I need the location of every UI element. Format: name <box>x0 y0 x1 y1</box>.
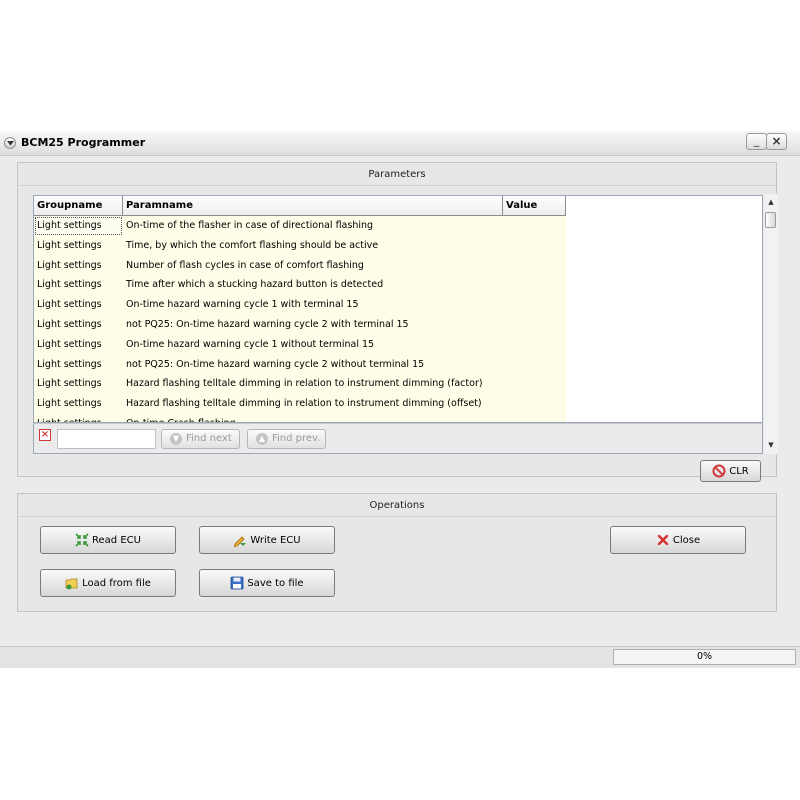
table-row[interactable]: Light settings Time after which a stucki… <box>34 275 566 296</box>
write-ecu-button[interactable]: Write ECU <box>199 526 335 554</box>
paramname-cell[interactable]: Hazard flashing telltale dimming in rela… <box>123 374 503 395</box>
panel-divider <box>18 516 776 517</box>
value-cell[interactable] <box>503 295 566 315</box>
floppy-disk-icon <box>231 576 244 590</box>
progress-text: 0% <box>696 651 713 662</box>
value-cell[interactable] <box>503 216 566 236</box>
scroll-thumb[interactable] <box>765 212 776 228</box>
paramname-cell[interactable]: Hazard flashing telltale dimming in rela… <box>123 394 503 414</box>
arrow-up-icon: ▲ <box>256 433 268 445</box>
groupname-cell[interactable]: Light settings <box>34 314 123 335</box>
table-row[interactable]: Light settings On-time Crash-flashing <box>34 413 566 422</box>
progress-bar: 0% <box>613 649 796 665</box>
groupname-cell[interactable]: Light settings <box>34 334 123 355</box>
groupname-cell[interactable]: Light settings <box>34 295 123 315</box>
table-row[interactable]: Light settings On-time hazard warning cy… <box>34 295 566 315</box>
groupname-cell[interactable]: Light settings <box>34 354 123 375</box>
title-bar[interactable]: BCM25 Programmer _ × <box>0 131 800 156</box>
value-cell[interactable] <box>503 255 566 276</box>
groupname-cell[interactable]: Light settings <box>34 255 123 276</box>
value-cell[interactable] <box>503 314 566 335</box>
groupname-cell[interactable]: Light settings <box>34 374 123 395</box>
groupname-cell[interactable]: Light settings <box>34 235 123 256</box>
search-bar: × ▼ Find next ▲ Find prev. <box>33 423 763 454</box>
value-cell[interactable] <box>503 394 566 414</box>
groupname-cell[interactable]: Light settings <box>34 394 123 414</box>
programmer-window: BCM25 Programmer _ × Parameters Groupnam… <box>0 131 800 668</box>
save-to-file-label: Save to file <box>247 577 304 589</box>
value-cell[interactable] <box>503 235 566 256</box>
read-ecu-label: Read ECU <box>92 534 141 546</box>
find-prev-label: Find prev. <box>272 433 321 444</box>
close-button[interactable]: Close <box>610 526 746 554</box>
grid-header: Groupname Paramname Value <box>34 196 566 216</box>
table-row[interactable]: Light settings Hazard flashing telltale … <box>34 394 566 414</box>
panel-divider <box>18 185 776 186</box>
paramname-cell[interactable]: On-time Crash-flashing <box>123 413 503 422</box>
operations-title: Operations <box>369 500 425 511</box>
clr-label: CLR <box>729 465 749 477</box>
clear-search-icon[interactable]: × <box>39 429 51 441</box>
table-row[interactable]: Light settings not PQ25: On-time hazard … <box>34 314 566 335</box>
find-next-label: Find next <box>186 433 232 444</box>
minimize-button[interactable]: _ <box>746 133 767 150</box>
close-label: Close <box>672 534 701 546</box>
paramname-cell[interactable]: On-time hazard warning cycle 1 with term… <box>123 295 503 315</box>
grid-rows: Light settings On-time of the flasher in… <box>34 216 566 422</box>
parameters-grid[interactable]: Groupname Paramname Value Light settings… <box>33 195 763 423</box>
table-row[interactable]: Light settings Hazard flashing telltale … <box>34 374 566 395</box>
window-title: BCM25 Programmer <box>21 136 146 149</box>
parameters-panel: Parameters Groupname Paramname Value Lig… <box>17 162 778 477</box>
column-header-groupname[interactable]: Groupname <box>34 196 123 216</box>
paramname-cell[interactable]: not PQ25: On-time hazard warning cycle 2… <box>123 354 503 375</box>
read-ecu-button[interactable]: Read ECU <box>40 526 176 554</box>
groupname-cell[interactable]: Light settings <box>34 216 123 236</box>
value-cell[interactable] <box>503 334 566 355</box>
save-to-file-button[interactable]: Save to file <box>199 569 335 597</box>
folder-add-icon <box>65 578 78 590</box>
find-prev-button[interactable]: ▲ Find prev. <box>247 429 326 449</box>
pencil-icon <box>234 536 247 547</box>
no-entry-icon <box>712 464 726 478</box>
find-next-button[interactable]: ▼ Find next <box>161 429 240 449</box>
write-ecu-label: Write ECU <box>250 534 301 546</box>
clr-button[interactable]: CLR <box>700 460 761 482</box>
close-window-button[interactable]: × <box>766 133 787 150</box>
groupname-cell[interactable]: Light settings <box>34 413 123 422</box>
scroll-up-icon[interactable]: ▲ <box>766 197 776 207</box>
search-input[interactable] <box>57 429 156 449</box>
arrows-in-icon <box>75 533 89 547</box>
table-row[interactable]: Light settings On-time hazard warning cy… <box>34 334 566 355</box>
parameters-title: Parameters <box>368 169 426 180</box>
scroll-down-icon[interactable]: ▼ <box>766 440 776 450</box>
paramname-cell[interactable]: On-time of the flasher in case of direct… <box>123 216 503 236</box>
window-menu-icon[interactable] <box>4 137 16 149</box>
table-row[interactable]: Light settings Number of flash cycles in… <box>34 255 566 276</box>
table-row[interactable]: Light settings not PQ25: On-time hazard … <box>34 354 566 375</box>
groupname-cell[interactable]: Light settings <box>34 275 123 296</box>
value-cell[interactable] <box>503 354 566 375</box>
table-row[interactable]: Light settings Time, by which the comfor… <box>34 235 566 256</box>
column-header-value[interactable]: Value <box>503 196 566 216</box>
arrow-down-icon: ▼ <box>170 433 182 445</box>
paramname-cell[interactable]: not PQ25: On-time hazard warning cycle 2… <box>123 314 503 335</box>
value-cell[interactable] <box>503 374 566 395</box>
load-from-file-button[interactable]: Load from file <box>40 569 176 597</box>
load-from-file-label: Load from file <box>82 577 151 589</box>
paramname-cell[interactable]: Time after which a stucking hazard butto… <box>123 275 503 296</box>
paramname-cell[interactable]: Time, by which the comfort flashing shou… <box>123 235 503 256</box>
close-icon <box>657 534 669 546</box>
paramname-cell[interactable]: Number of flash cycles in case of comfor… <box>123 255 503 276</box>
value-cell[interactable] <box>503 275 566 296</box>
value-cell[interactable] <box>503 413 566 422</box>
paramname-cell[interactable]: On-time hazard warning cycle 1 without t… <box>123 334 503 355</box>
table-row[interactable]: Light settings On-time of the flasher in… <box>34 216 566 236</box>
column-header-paramname[interactable]: Paramname <box>123 196 503 216</box>
grid-vertical-scrollbar[interactable]: ▲ ▼ <box>764 194 778 454</box>
status-bar: 0% <box>0 646 800 668</box>
